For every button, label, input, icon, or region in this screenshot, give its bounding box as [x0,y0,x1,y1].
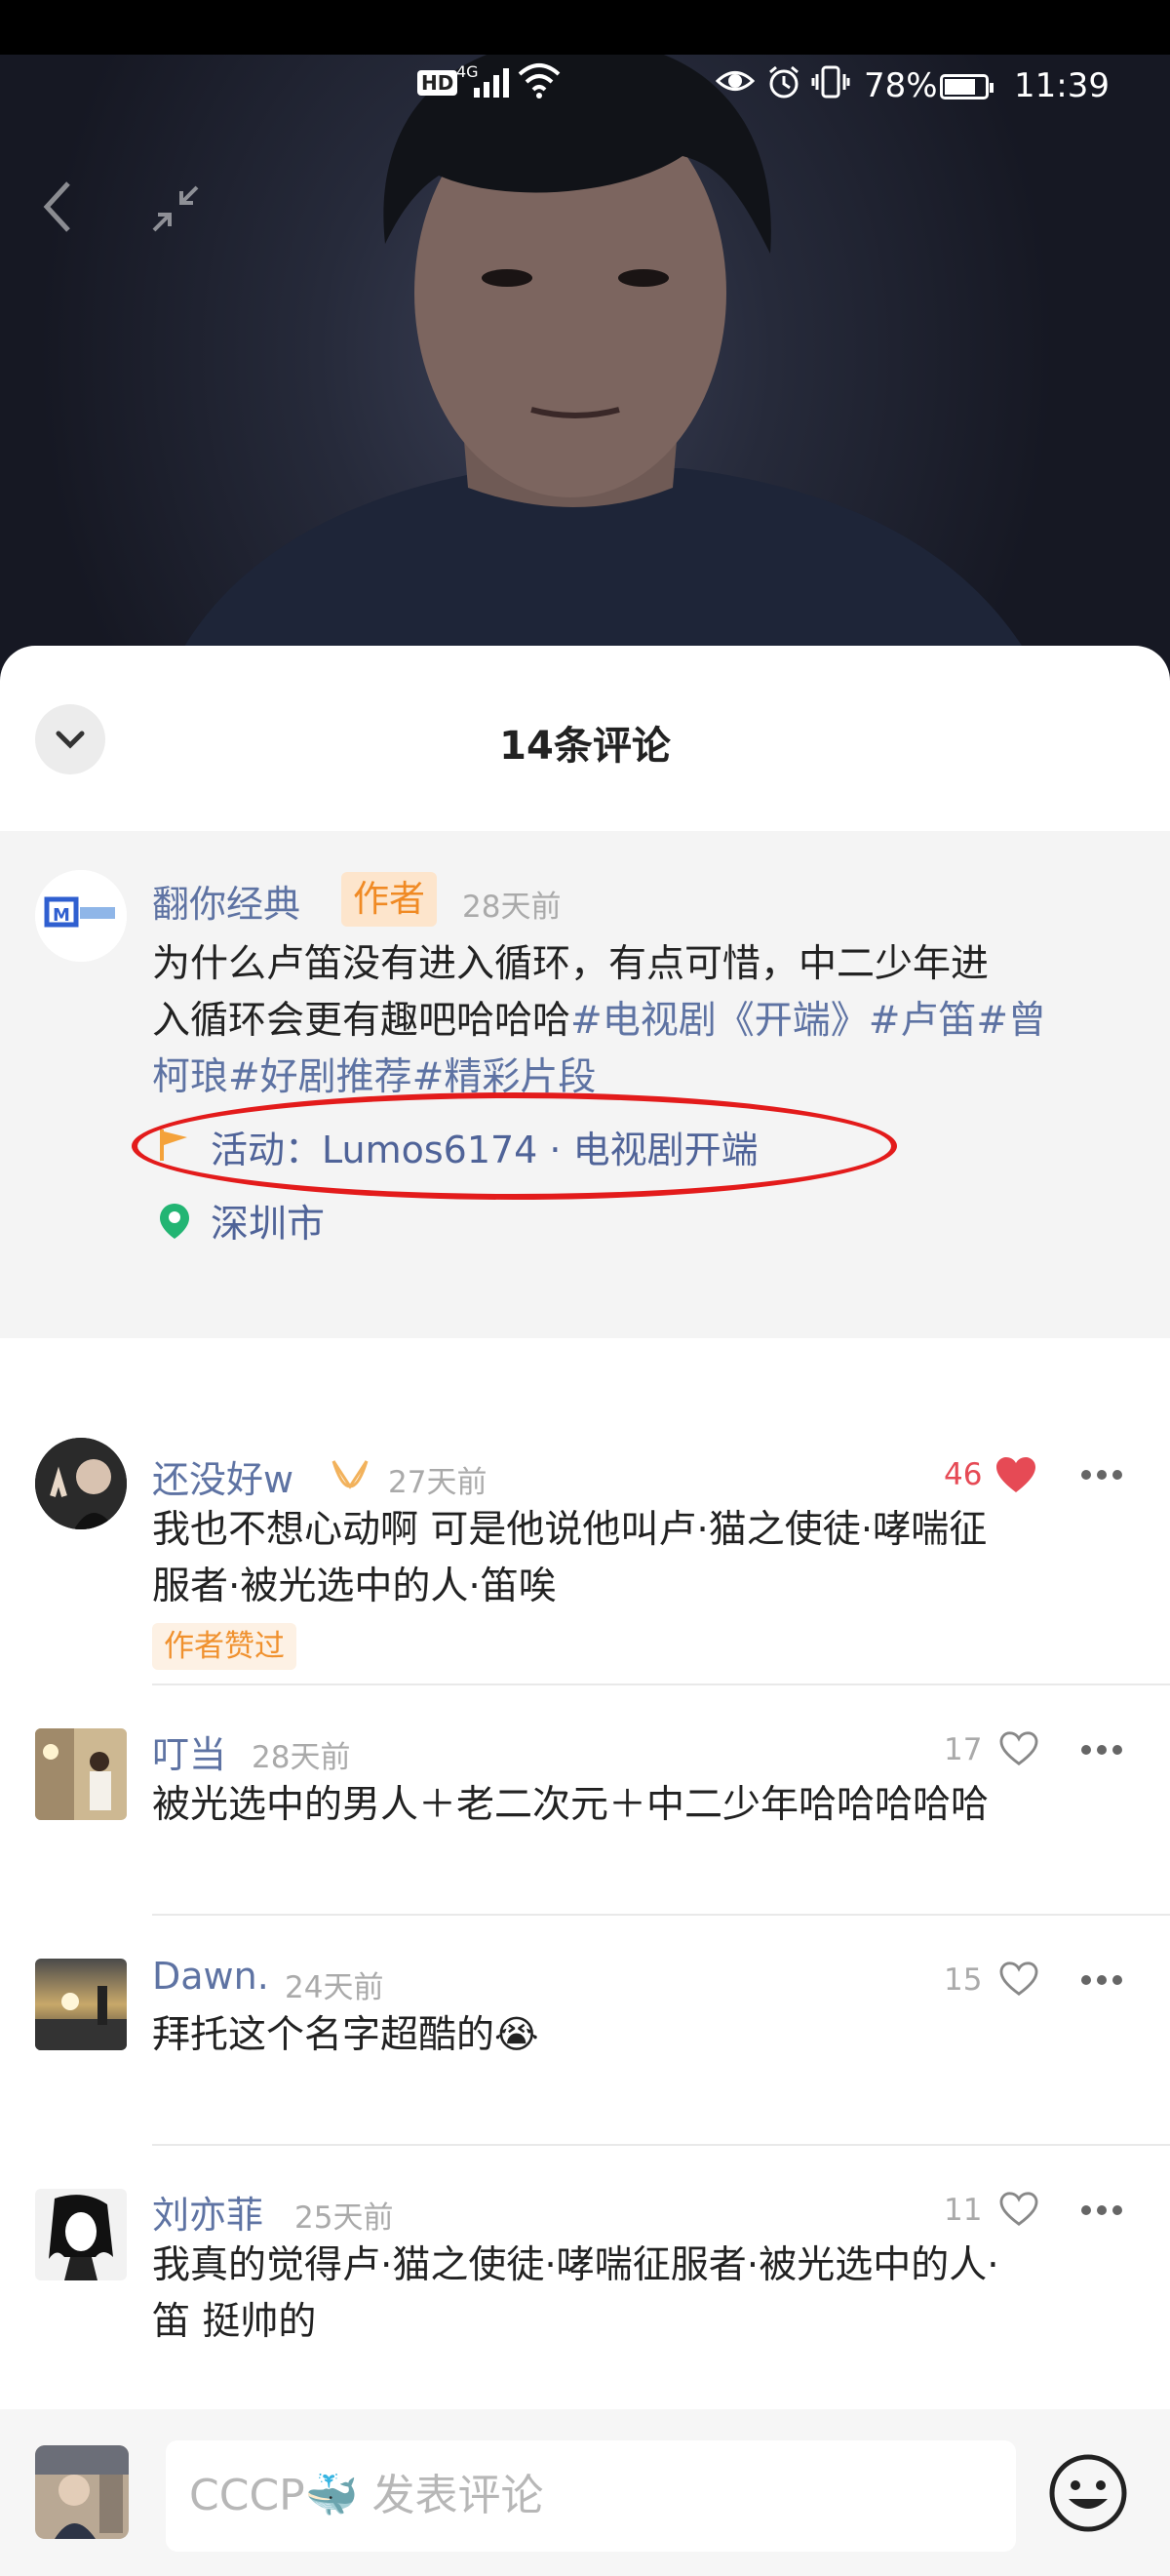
like-count: 11 [944,2193,983,2228]
annotation-ellipse [132,1092,897,1200]
comment-text: 拜托这个名字超酷的😭 [152,2013,539,2057]
comment-time: 25天前 [294,2200,394,2236]
comment-text: 我也不想心动啊 可是他说他叫卢·猫之使徒·哮喘征 服者·被光选中的人·笛唉 [152,1502,1137,1615]
comment-text-line: 笛 挺帅的 [152,2300,317,2344]
commenter-avatar[interactable] [35,1438,127,1529]
post-author-name[interactable]: 翻你经典 [152,874,300,928]
post-text-line: 为什么卢笛没有进入循环，有点可惜，中二少年进 [152,942,990,986]
post-text-line: 入循环会更有趣吧哈哈哈#电视剧《开端》#卢笛#曾 [152,993,1137,1050]
wifi-icon [518,63,561,99]
comment-count-title: 14条评论 [499,724,671,769]
comment-text-line: 服者·被光选中的人·笛唉 [152,1565,557,1608]
hashtags[interactable]: #电视剧《开端》#卢笛#曾 [570,999,1046,1043]
author-liked-badge: 作者赞过 [152,1623,296,1670]
commenter-avatar[interactable] [35,1728,127,1820]
comment-composer: CCCP🐳 发表评论 [0,2409,1170,2576]
location-pin-icon [160,1204,189,1239]
comment-text: 我真的觉得卢·猫之使徒·哮喘征服者·被光选中的人· 笛 挺帅的 [152,2238,1137,2351]
shrink-arrows-icon[interactable] [146,179,205,238]
clock: 11:39 [1014,66,1110,105]
commenter-name[interactable]: 还没好w [152,1449,293,1503]
sheet-header: 14条评论 [0,646,1170,831]
author-avatar[interactable]: M [35,870,127,962]
comment-item: 叮当 28天前 17 被光选中的男人＋老二次元＋中二少年哈哈哈哈哈 [0,1685,1170,1916]
commenter-name[interactable]: 叮当 [152,1724,226,1778]
post-text-plain: 入循环会更有趣吧哈哈哈 [152,999,571,1043]
video-player[interactable]: HD 4G 78% 11:39 [0,0,1170,683]
chevron-left-icon[interactable] [39,178,78,236]
status-bar: HD 4G 78% 11:39 [0,55,1170,113]
heart-filled-icon[interactable] [994,1455,1037,1494]
more-icon[interactable] [1080,1744,1123,1756]
commenter-avatar[interactable] [35,1959,127,2050]
status-bar-background [0,0,1170,55]
commenter-name[interactable]: 刘亦菲 [152,2185,263,2239]
commenter-name[interactable]: Dawn. [152,1955,269,1998]
comments-sheet: 14条评论 M 翻你经典 作者 28天前 为什么卢笛没有进入循环，有点可惜，中二… [0,646,1170,2576]
comment-time: 28天前 [252,1740,351,1775]
original-post: M 翻你经典 作者 28天前 为什么卢笛没有进入循环，有点可惜，中二少年进 入循… [0,831,1170,1338]
post-time: 28天前 [462,890,562,925]
vibrate-icon [811,65,850,99]
eye-icon [716,71,755,91]
signal-icon [474,68,509,98]
like-count: 15 [944,1962,983,1998]
alarm-icon [769,65,799,99]
like-count: 46 [944,1457,983,1492]
comment-item: 刘亦菲 25天前 11 我真的觉得卢·猫之使徒·哮喘征服者·被光选中的人· 笛 … [0,2146,1170,2409]
comment-item: 还没好w 27天前 46 我也不想心动啊 可是他说他叫卢·猫之使徒·哮喘征 服者… [0,1387,1170,1670]
comment-text-line: 我真的觉得卢·猫之使徒·哮喘征服者·被光选中的人· [152,2243,999,2287]
battery-icon [940,74,994,99]
smiley-icon[interactable] [1047,2452,1129,2534]
more-icon[interactable] [1080,1974,1123,1986]
author-badge: 作者 [341,872,437,927]
more-icon[interactable] [1080,1469,1123,1481]
location-label[interactable]: 深圳市 [211,1194,325,1248]
comment-time: 24天前 [285,1970,384,2005]
user-badge-icon [332,1460,369,1489]
battery-percent: 78% [864,66,938,105]
comment-item: Dawn. 24天前 15 拜托这个名字超酷的😭 [0,1916,1170,2146]
comment-text: 被光选中的男人＋老二次元＋中二少年哈哈哈哈哈 [152,1783,990,1827]
comment-time: 27天前 [388,1465,488,1500]
my-avatar[interactable] [35,2445,129,2539]
heart-outline-icon[interactable] [998,1961,1039,1998]
post-text: 为什么卢笛没有进入循环，有点可惜，中二少年进 入循环会更有趣吧哈哈哈#电视剧《开… [152,936,1137,1106]
svg-text:M: M [53,905,70,926]
heart-outline-icon[interactable] [998,2191,1039,2228]
like-count: 17 [944,1732,983,1767]
more-icon[interactable] [1080,2204,1123,2216]
hd-indicator: HD [417,70,458,96]
commenter-avatar[interactable] [35,2189,127,2280]
comment-input[interactable]: CCCP🐳 发表评论 [166,2440,1016,2552]
comment-text-line: 我也不想心动啊 可是他说他叫卢·猫之使徒·哮喘征 [152,1508,988,1552]
heart-outline-icon[interactable] [998,1730,1039,1767]
